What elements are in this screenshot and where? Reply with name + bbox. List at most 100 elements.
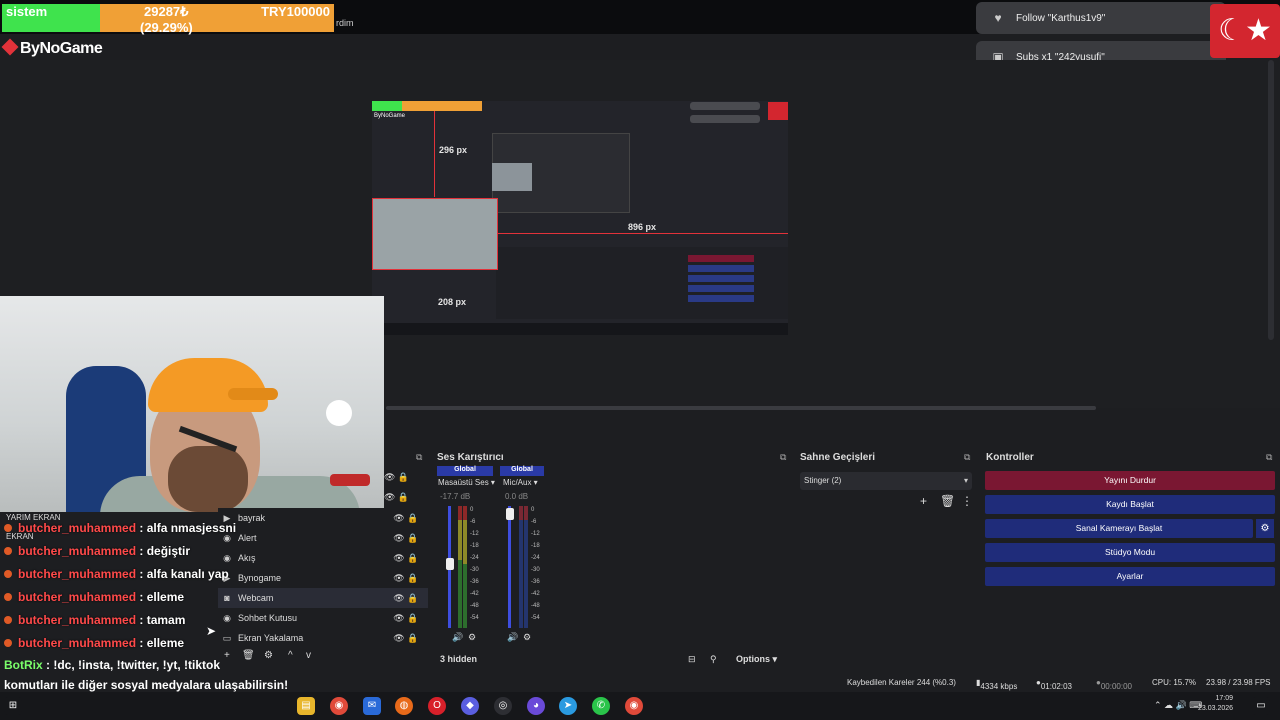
- mixer-channel-name[interactable]: Mic/Aux ▾: [503, 478, 538, 487]
- logo-mark-icon: [1, 38, 19, 56]
- app-icon[interactable]: ◆: [461, 697, 479, 715]
- chat-bot-message-continued: komutları ile diğer sosyal medyalara ula…: [4, 678, 289, 692]
- lock-icon[interactable]: 🔒: [406, 573, 420, 584]
- telegram-icon[interactable]: ➤: [559, 697, 577, 715]
- remove-transition-icon[interactable]: 🗑: [940, 494, 955, 508]
- eye-icon[interactable]: 👁: [392, 533, 406, 544]
- mixer-hidden-count[interactable]: 3 hidden: [440, 654, 477, 664]
- chat-badge-icon: [4, 593, 12, 601]
- studio-mode-button[interactable]: Stüdyo Modu: [985, 543, 1275, 562]
- layout-toggle-icon[interactable]: ⊟: [688, 654, 696, 665]
- source-item[interactable]: ▭ Ekran Yakalama 👁 🔒: [218, 628, 428, 648]
- start-virtual-camera-button[interactable]: Sanal Kamerayı Başlat: [985, 519, 1253, 538]
- settings-button[interactable]: Ayarlar: [985, 567, 1275, 586]
- volume-fader[interactable]: [508, 506, 511, 628]
- lock-icon[interactable]: 🔒: [406, 553, 420, 564]
- transition-menu-icon[interactable]: ⋮: [961, 494, 973, 508]
- mouse-cursor-icon: ➤: [206, 624, 217, 638]
- lock-icon[interactable]: 🔒: [406, 613, 420, 624]
- source-item[interactable]: ◉ Alert 👁 🔒: [218, 528, 428, 548]
- add-source-button[interactable]: +: [224, 650, 230, 661]
- obs-icon[interactable]: ◎: [494, 697, 512, 715]
- source-properties-button[interactable]: ⚙: [264, 650, 273, 661]
- controls-popout-icon[interactable]: ⧉: [1266, 452, 1272, 463]
- source-item[interactable]: ▶ bayrak 👁 🔒: [218, 508, 428, 528]
- chat-message: butcher_muhammed : tamam: [4, 613, 185, 627]
- preview-vertical-scrollbar[interactable]: [1268, 60, 1274, 340]
- mixer-settings-icon[interactable]: ⚙: [523, 632, 531, 643]
- taskbar-clock[interactable]: 17:09 23.03.2026: [1198, 694, 1233, 714]
- volume-fader-knob[interactable]: [506, 508, 514, 520]
- mixer-channel-name[interactable]: Masaüstü Ses ▾: [438, 478, 495, 487]
- move-source-down-button[interactable]: v: [306, 650, 311, 661]
- discord-icon[interactable]: ◕: [527, 697, 545, 715]
- chat-text: : alfa kanalı yap: [136, 567, 229, 581]
- eye-icon[interactable]: 👁: [392, 593, 406, 604]
- mixer-settings-icon[interactable]: ⚙: [468, 632, 476, 643]
- source-item-selected[interactable]: ◙ Webcam 👁 🔒: [218, 588, 428, 608]
- volume-fader-knob[interactable]: [446, 558, 454, 570]
- orange-cap: [148, 358, 268, 412]
- windows-start-icon[interactable]: ⊞: [4, 697, 22, 715]
- chrome-icon[interactable]: ◉: [330, 697, 348, 715]
- obs-preview-canvas[interactable]: ByNoGame 296 px 896 px 208 px: [372, 101, 788, 335]
- file-explorer-icon[interactable]: ▤: [297, 697, 315, 715]
- chat-message: butcher_muhammed : elleme: [4, 590, 184, 604]
- mixer-channel-group: Global: [437, 466, 493, 476]
- browser-source-icon: ◉: [223, 552, 231, 563]
- preview-horizontal-scrollbar[interactable]: [386, 406, 1096, 410]
- system-tray[interactable]: ⌃ ☁ 🔊 ⌨: [1154, 700, 1202, 711]
- source-item[interactable]: ◉ Sohbet Kutusu 👁 🔒: [218, 608, 428, 628]
- preview-nested-webcam: [492, 163, 532, 191]
- move-source-up-button[interactable]: ^: [288, 650, 293, 661]
- firefox-icon[interactable]: ◍: [395, 697, 413, 715]
- whatsapp-icon[interactable]: ✆: [592, 697, 610, 715]
- eye-icon[interactable]: 👁: [392, 553, 406, 564]
- transition-select[interactable]: Stinger (2) ▾: [800, 472, 972, 490]
- chat-badge-icon: [4, 524, 12, 532]
- virtual-camera-settings-icon[interactable]: ⚙: [1256, 519, 1274, 538]
- remove-source-button[interactable]: 🗑: [242, 650, 255, 661]
- source-name: Alert: [238, 533, 257, 543]
- notification-center-icon[interactable]: ▭: [1252, 697, 1270, 715]
- source-visibility-toggle[interactable]: 👁 🔒: [384, 492, 420, 503]
- sources-popout-icon[interactable]: ⧉: [416, 452, 422, 463]
- opera-icon[interactable]: O: [428, 697, 446, 715]
- mail-icon[interactable]: ✉: [363, 697, 381, 715]
- speaker-icon[interactable]: 🔊: [452, 632, 463, 643]
- source-name: Webcam: [238, 593, 274, 603]
- lock-icon[interactable]: 🔒: [406, 533, 420, 544]
- source-item[interactable]: ◉ Akış 👁 🔒: [218, 548, 428, 568]
- preview-logo: ByNoGame: [374, 113, 406, 119]
- donation-goal-bar: 29287₺ (29.29%) TRY100000: [100, 4, 334, 35]
- stop-streaming-button[interactable]: Yayını Durdur: [985, 471, 1275, 490]
- lock-icon[interactable]: 🔒: [406, 633, 420, 644]
- cpu-usage: CPU: 15.7%: [1152, 678, 1197, 687]
- eye-icon[interactable]: 👁: [392, 573, 406, 584]
- mixer-options-button[interactable]: Options ▾: [736, 654, 777, 665]
- eye-icon[interactable]: 👁: [392, 613, 406, 624]
- chrome-icon[interactable]: ◉: [625, 697, 643, 715]
- add-transition-icon[interactable]: +: [920, 494, 927, 508]
- lock-icon[interactable]: 🔒: [406, 593, 420, 604]
- source-visibility-toggle[interactable]: 👁 🔒: [384, 472, 420, 483]
- eye-icon[interactable]: 👁: [392, 633, 406, 644]
- transitions-popout-icon[interactable]: ⧉: [964, 452, 970, 463]
- chat-badge-icon: [4, 547, 12, 555]
- source-name: Bynogame: [238, 573, 282, 583]
- audio-link-icon[interactable]: ⚲: [710, 654, 717, 665]
- preview-taskbar: [372, 323, 788, 335]
- preview-webcam-source-selected[interactable]: [372, 198, 498, 270]
- start-recording-button[interactable]: Kaydı Başlat: [985, 495, 1275, 514]
- mixer-popout-icon[interactable]: ⧉: [780, 452, 786, 463]
- speaker-icon[interactable]: 🔊: [507, 632, 518, 643]
- eye-icon[interactable]: 👁: [392, 513, 406, 524]
- chat-username: butcher_muhammed: [18, 636, 137, 650]
- audio-level-meter: [519, 506, 523, 628]
- bitrate-indicator: ▮ 4334 kbps: [976, 678, 1018, 691]
- source-item[interactable]: ▶ Bynogame 👁 🔒: [218, 568, 428, 588]
- preview-width-label: 896 px: [628, 222, 657, 232]
- source-name: Akış: [238, 553, 256, 563]
- lock-icon[interactable]: 🔒: [406, 513, 420, 524]
- chat-message: butcher_muhammed : alfa kanalı yap: [4, 567, 229, 581]
